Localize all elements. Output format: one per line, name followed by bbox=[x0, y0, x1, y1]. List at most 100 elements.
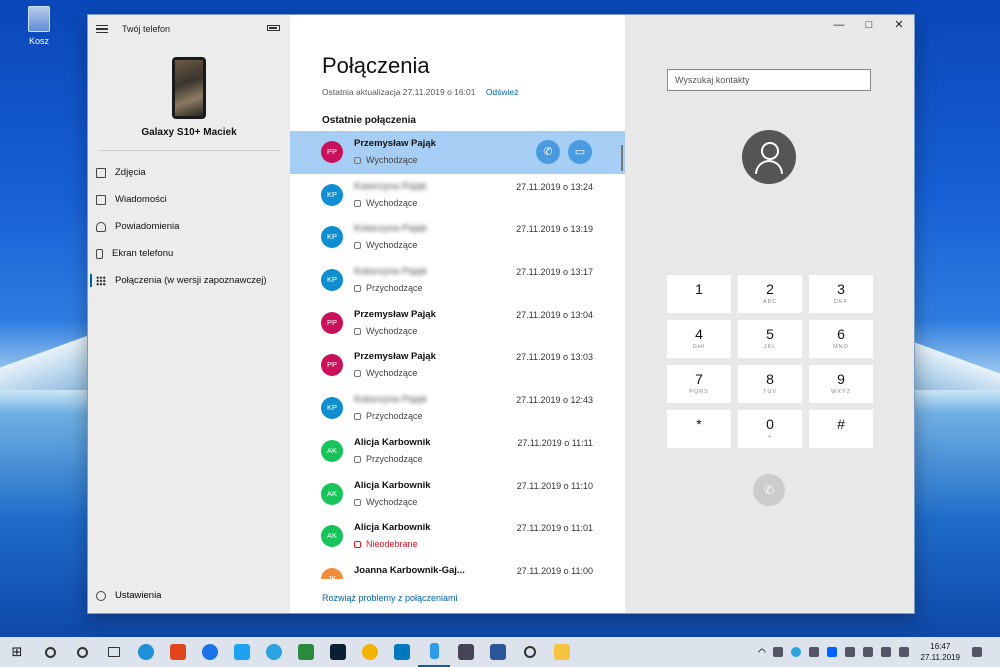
close-icon[interactable]: ✕ bbox=[884, 15, 914, 35]
call-row[interactable]: AK Alicja Karbownik Nieodebrane 27.11.2019 … bbox=[290, 515, 625, 558]
dialpad-key[interactable]: 6 MNO bbox=[809, 320, 873, 358]
cortana-icon[interactable] bbox=[66, 637, 98, 667]
chrome-icon[interactable] bbox=[354, 637, 386, 667]
start-icon[interactable]: ⊞ bbox=[0, 644, 34, 660]
recycle-bin[interactable]: Kosz bbox=[22, 6, 56, 46]
dialpad-key[interactable]: 0 + bbox=[738, 410, 802, 448]
action-center-icon[interactable] bbox=[972, 647, 982, 657]
dialpad-key[interactable]: 2 ABC bbox=[738, 275, 802, 313]
call-row[interactable]: AK Alicja Karbownik Wychodzące 27.11.2019 o… bbox=[290, 473, 625, 516]
call-direction-icon bbox=[354, 370, 361, 378]
dialpad-letters: JKL bbox=[763, 344, 777, 350]
call-back-button[interactable]: ✆ bbox=[536, 140, 560, 164]
troubleshoot-link[interactable]: Rozwiąż problemy z połączeniami bbox=[322, 593, 458, 603]
your-phone-icon[interactable] bbox=[418, 637, 450, 667]
call-row[interactable]: PP Przemysław Pająk Wychodzące 27.11.2019 o… bbox=[290, 344, 625, 387]
call-type: Wychodzące bbox=[354, 198, 417, 208]
word-icon[interactable] bbox=[482, 637, 514, 667]
sidebar-item-2[interactable]: Powiadomienia bbox=[88, 213, 290, 240]
dialpad-key[interactable]: 5 JKL bbox=[738, 320, 802, 358]
call-row[interactable]: PP Przemysław Pająk Wychodzące 27.11.2019 o… bbox=[290, 302, 625, 345]
dialpad-key[interactable]: 3 DEF bbox=[809, 275, 873, 313]
recycle-bin-icon bbox=[28, 6, 50, 32]
sidebar-item-label: Powiadomienia bbox=[115, 221, 180, 232]
task-view-icon[interactable] bbox=[98, 637, 130, 667]
volume-icon[interactable] bbox=[880, 647, 891, 657]
edge-icon[interactable] bbox=[130, 637, 162, 667]
sidebar-item-4[interactable]: Połączenia (w wersji zapoznawczej) bbox=[88, 267, 290, 294]
photoshop-icon[interactable] bbox=[322, 637, 354, 667]
tray-onedrive-icon[interactable] bbox=[844, 647, 855, 657]
tray-usb-icon[interactable] bbox=[808, 647, 819, 657]
tray-dropbox-icon[interactable] bbox=[826, 647, 837, 657]
dialpad-icon bbox=[96, 275, 106, 286]
call-direction-icon bbox=[354, 199, 361, 207]
dialpad-key[interactable]: 8 TUV bbox=[738, 365, 802, 403]
call-row[interactable]: PP Przemysław Pająk Wychodzące ✆ ▭ bbox=[290, 131, 625, 174]
clock[interactable]: 16:47 27.11.2019 bbox=[921, 641, 960, 663]
trello-icon[interactable] bbox=[386, 637, 418, 667]
show-desktop-icon[interactable] bbox=[990, 647, 996, 657]
call-type: Przychodzące bbox=[354, 411, 423, 421]
dialpad-digit: 8 bbox=[766, 371, 774, 387]
sidebar-item-1[interactable]: Wiadomości bbox=[88, 186, 290, 213]
contact-avatar: KP bbox=[321, 183, 343, 206]
settings-button[interactable]: Ustawienia bbox=[96, 590, 161, 601]
sidebar-divider bbox=[98, 150, 280, 151]
call-button[interactable]: ✆ bbox=[753, 474, 785, 506]
page-title: Połączenia bbox=[322, 53, 430, 78]
sidebar-item-3[interactable]: Ekran telefonu bbox=[88, 240, 290, 267]
tray-app-icon[interactable] bbox=[772, 647, 783, 657]
call-row[interactable]: JK Joanna Karbownik-Gaj... 27.11.2019 o 11… bbox=[290, 558, 625, 579]
wifi-icon[interactable] bbox=[862, 647, 873, 657]
dialpad-key[interactable]: 1 bbox=[667, 275, 731, 313]
call-row[interactable]: KP Katarzyna Pająk Przychodzące 27.11.2019 … bbox=[290, 259, 625, 302]
call-type: Przychodzące bbox=[354, 454, 423, 464]
hamburger-menu-icon[interactable] bbox=[96, 23, 108, 36]
file-explorer-icon[interactable] bbox=[546, 637, 578, 667]
contact-name: Joanna Karbownik-Gaj... bbox=[354, 564, 465, 576]
dialpad-letters: WXYZ bbox=[831, 389, 851, 395]
message-button[interactable]: ▭ bbox=[568, 140, 592, 164]
maximize-icon[interactable]: □ bbox=[854, 15, 884, 35]
system-tray: 16:47 27.11.2019 bbox=[755, 637, 1000, 667]
telegram-icon[interactable] bbox=[258, 637, 290, 667]
call-row[interactable]: KP Katarzyna Pająk Przychodzące 27.11.2019 … bbox=[290, 387, 625, 430]
contact-name: Alicja Karbownik bbox=[354, 522, 431, 534]
tray-telegram-icon[interactable] bbox=[790, 647, 801, 657]
gear-icon bbox=[96, 590, 106, 601]
messenger-icon[interactable] bbox=[194, 637, 226, 667]
refresh-link[interactable]: Odśwież bbox=[486, 87, 519, 97]
window-controls: — □ ✕ bbox=[824, 15, 914, 35]
call-type: Wychodzące bbox=[354, 497, 417, 507]
search-icon[interactable] bbox=[34, 637, 66, 667]
settings-app-icon[interactable] bbox=[514, 637, 546, 667]
call-row[interactable]: KP Katarzyna Pająk Wychodzące 27.11.2019 o … bbox=[290, 216, 625, 259]
dialpad-key[interactable]: 7 PQRS bbox=[667, 365, 731, 403]
call-date: 27.11.2019 o 13:24 bbox=[516, 181, 593, 192]
sidebar-item-0[interactable]: Zdjęcia bbox=[88, 159, 290, 186]
tray-chevron-icon[interactable] bbox=[757, 647, 766, 657]
spreadsheet-icon[interactable] bbox=[290, 637, 322, 667]
dialpad-letters: MNO bbox=[833, 344, 849, 350]
dialpad-key[interactable]: * bbox=[667, 410, 731, 448]
dialpad-key[interactable]: # bbox=[809, 410, 873, 448]
contact-avatar: PP bbox=[321, 311, 343, 334]
dialpad-digit: 9 bbox=[837, 371, 845, 387]
twitter-icon[interactable] bbox=[226, 637, 258, 667]
dialpad-digit: 6 bbox=[837, 326, 845, 342]
sidebar-nav: Zdjęcia Wiadomości Powiadomienia Ekran tele… bbox=[88, 159, 290, 294]
keyboard-icon[interactable] bbox=[898, 647, 909, 657]
minimize-icon[interactable]: — bbox=[824, 15, 854, 35]
contact-search-input[interactable]: Wyszukaj kontakty bbox=[667, 69, 871, 91]
dialpad-digit: * bbox=[696, 416, 702, 432]
office-icon[interactable] bbox=[162, 637, 194, 667]
scrollbar[interactable] bbox=[621, 145, 623, 171]
call-type-label: Przychodzące bbox=[366, 411, 423, 422]
contact-avatar: AK bbox=[321, 482, 343, 505]
call-row[interactable]: AK Alicja Karbownik Przychodzące 27.11.2019… bbox=[290, 430, 625, 473]
call-row[interactable]: KP Katarzyna Pająk Wychodzące 27.11.2019 o … bbox=[290, 174, 625, 217]
dialpad-key[interactable]: 4 GHI bbox=[667, 320, 731, 358]
dialpad-key[interactable]: 9 WXYZ bbox=[809, 365, 873, 403]
mail-icon[interactable] bbox=[450, 637, 482, 667]
